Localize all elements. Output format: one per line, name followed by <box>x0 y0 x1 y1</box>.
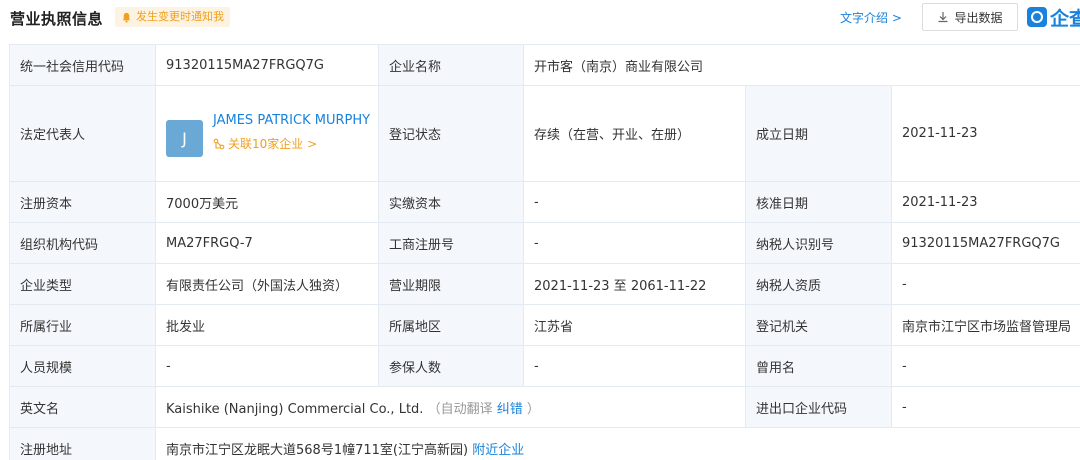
relation-icon <box>213 138 225 149</box>
business-license-table: 统一社会信用代码 91320115MA27FRGQ7G 企业名称 开市客（南京）… <box>9 44 1080 460</box>
brand-logo[interactable]: 企查 <box>1027 4 1080 30</box>
reg-address-text: 南京市江宁区龙眠大道568号1幢711室(江宁高新园) <box>166 442 469 458</box>
value-company-name: 开市客（南京）商业有限公司 <box>522 44 1080 86</box>
label-biz-term: 营业期限 <box>378 263 524 305</box>
value-approval-date: 2021-11-23 <box>890 181 1080 223</box>
table-row: 人员规模 - 参保人数 - 曾用名 - <box>9 345 1080 387</box>
value-insured-count: - <box>523 345 746 387</box>
table-row: 统一社会信用代码 91320115MA27FRGQ7G 企业名称 开市客（南京）… <box>9 44 1080 86</box>
label-company-name: 企业名称 <box>378 44 524 86</box>
label-company-type: 企业类型 <box>9 263 156 305</box>
value-taxpayer-qual: - <box>890 263 1080 305</box>
value-region: 江苏省 <box>523 304 746 346</box>
label-reg-capital: 注册资本 <box>9 181 156 223</box>
english-name-text: Kaishike (Nanjing) Commercial Co., Ltd. <box>166 401 424 417</box>
table-row: 组织机构代码 MA27FRGQ-7 工商注册号 - 纳税人识别号 9132011… <box>9 222 1080 264</box>
table-row: 所属行业 批发业 所属地区 江苏省 登记机关 南京市江宁区市场监督管理局 <box>9 304 1080 346</box>
qcc-logo-icon <box>1027 7 1047 27</box>
table-row: 英文名 Kaishike (Nanjing) Commercial Co., L… <box>9 386 1080 428</box>
value-reg-authority: 南京市江宁区市场监督管理局 <box>890 304 1080 346</box>
value-import-export-code: - <box>890 386 1080 428</box>
value-taxpayer-id: 91320115MA27FRGQ7G <box>890 222 1080 264</box>
value-reg-status: 存续（在营、开业、在册） <box>523 85 746 182</box>
label-legal-rep: 法定代表人 <box>9 85 156 182</box>
value-legal-rep: J JAMES PATRICK MURPHY 关联10家企业 > <box>155 85 379 182</box>
label-reg-status: 登记状态 <box>378 85 524 182</box>
table-row: 法定代表人 J JAMES PATRICK MURPHY 关联10家企业 > 登… <box>9 85 1080 182</box>
label-approval-date: 核准日期 <box>745 181 892 223</box>
label-taxpayer-id: 纳税人识别号 <box>745 222 892 264</box>
label-reg-address: 注册地址 <box>9 427 156 460</box>
export-label: 导出数据 <box>954 10 1003 25</box>
related-companies-label: 关联10家企业 > <box>228 137 318 151</box>
label-taxpayer-qual: 纳税人资质 <box>745 263 892 305</box>
label-credit-code: 统一社会信用代码 <box>9 44 156 86</box>
notify-label: 发生变更时通知我 <box>136 10 224 23</box>
label-staff-size: 人员规模 <box>9 345 156 387</box>
correct-error-link[interactable]: 纠错 <box>497 402 523 417</box>
label-insured-count: 参保人数 <box>378 345 524 387</box>
table-row: 注册地址 南京市江宁区龙眠大道568号1幢711室(江宁高新园) 附近企业 <box>9 427 1080 460</box>
legal-rep-name-link[interactable]: JAMES PATRICK MURPHY <box>213 110 373 131</box>
table-row: 企业类型 有限责任公司（外国法人独资） 营业期限 2021-11-23 至 20… <box>9 263 1080 305</box>
section-header: 营业执照信息 发生变更时通知我 文字介绍 > 导出数据 企查 <box>0 0 1080 34</box>
text-intro-link[interactable]: 文字介绍 > <box>840 9 902 26</box>
related-companies-link[interactable]: 关联10家企业 > <box>213 135 373 152</box>
label-biz-reg-no: 工商注册号 <box>378 222 524 264</box>
value-founded-date: 2021-11-23 <box>890 85 1080 182</box>
brand-text: 企查 <box>1050 7 1080 30</box>
value-org-code: MA27FRGQ-7 <box>155 222 379 264</box>
section-title: 营业执照信息 <box>10 10 104 28</box>
value-biz-reg-no: - <box>523 222 746 264</box>
label-english-name: 英文名 <box>9 386 156 428</box>
label-paid-capital: 实缴资本 <box>378 181 524 223</box>
avatar[interactable]: J <box>166 120 203 157</box>
auto-translate-close: ） <box>526 401 540 417</box>
value-reg-capital: 7000万美元 <box>155 181 379 223</box>
value-paid-capital: - <box>523 181 746 223</box>
label-reg-authority: 登记机关 <box>745 304 892 346</box>
label-founded-date: 成立日期 <box>745 85 892 182</box>
value-staff-size: - <box>155 345 379 387</box>
bell-icon <box>122 12 131 23</box>
value-industry: 批发业 <box>155 304 379 346</box>
label-org-code: 组织机构代码 <box>9 222 156 264</box>
value-biz-term: 2021-11-23 至 2061-11-22 <box>523 263 746 305</box>
notify-change-button[interactable]: 发生变更时通知我 <box>115 7 230 27</box>
label-region: 所属地区 <box>378 304 524 346</box>
download-icon <box>938 12 948 23</box>
value-reg-address: 南京市江宁区龙眠大道568号1幢711室(江宁高新园) 附近企业 <box>154 427 1080 460</box>
value-company-type: 有限责任公司（外国法人独资） <box>155 263 379 305</box>
table-row: 注册资本 7000万美元 实缴资本 - 核准日期 2021-11-23 <box>9 181 1080 223</box>
export-data-button[interactable]: 导出数据 <box>922 3 1018 31</box>
label-former-name: 曾用名 <box>745 345 892 387</box>
value-former-name: - <box>890 345 1080 387</box>
nearby-companies-link[interactable]: 附近企业 <box>472 443 524 458</box>
value-credit-code: 91320115MA27FRGQ7G <box>155 44 379 86</box>
label-import-export-code: 进出口企业代码 <box>745 386 892 428</box>
value-english-name: Kaishike (Nanjing) Commercial Co., Ltd. … <box>155 386 746 428</box>
auto-translate-note: （自动翻译 <box>427 401 493 417</box>
label-industry: 所属行业 <box>9 304 156 346</box>
